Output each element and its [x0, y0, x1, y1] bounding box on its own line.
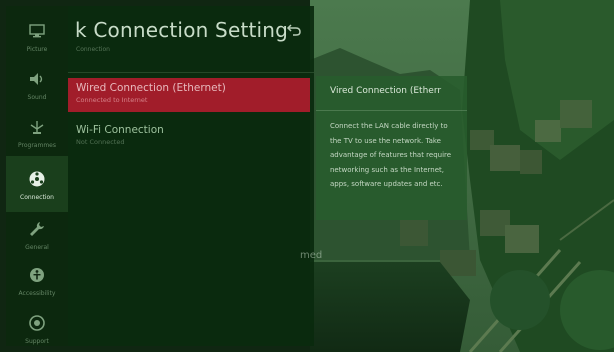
menu-item-title: Wired Connection (Ethernet) — [76, 82, 226, 94]
antenna-icon — [26, 116, 48, 138]
accessibility-icon — [26, 264, 48, 286]
divider — [68, 72, 314, 73]
help-tooltip: Vired Connection (Etherr Connect the LAN… — [316, 76, 467, 220]
rail-item-label: Accessibility — [18, 289, 56, 297]
connection-settings-panel: k Connection Setting Connection Wired Co… — [68, 6, 314, 346]
breadcrumb: Connection — [76, 46, 110, 53]
tooltip-body: Connect the LAN cable directly to the TV… — [330, 122, 452, 188]
menu-item-status: Not Connected — [76, 138, 125, 146]
rail-item-label: Connection — [20, 193, 54, 201]
rail-item-label: Sound — [27, 93, 47, 101]
settings-category-rail: Picture Sound Programmes Connection Gene… — [6, 6, 68, 346]
picture-icon — [26, 20, 48, 42]
tv-settings-screen: Picture Sound Programmes Connection Gene… — [0, 0, 614, 352]
rail-item-label: General — [25, 243, 49, 251]
rail-item-programmes[interactable]: Programmes — [6, 104, 68, 160]
menu-item-status: Connected to Internet — [76, 96, 148, 104]
rail-item-label: Programmes — [18, 141, 56, 149]
connection-icon — [26, 168, 48, 190]
rail-item-label: Picture — [26, 45, 48, 53]
wrench-icon — [26, 218, 48, 240]
menu-item-title: Wi-Fi Connection — [76, 124, 164, 136]
speaker-icon — [26, 68, 48, 90]
rail-item-support[interactable]: Support — [6, 300, 68, 352]
menu-item-wired-connection[interactable]: Wired Connection (Ethernet) Connected to… — [68, 78, 310, 112]
back-icon[interactable] — [286, 22, 302, 38]
rail-item-label: Support — [25, 337, 49, 345]
menu-item-wifi-connection[interactable]: Wi-Fi Connection Not Connected — [68, 120, 310, 154]
background-text-fragment: med — [300, 250, 323, 261]
page-title: k Connection Setting — [75, 18, 289, 42]
tooltip-title: Vired Connection (Etherr — [330, 86, 442, 96]
rail-item-connection[interactable]: Connection — [6, 156, 68, 212]
support-icon — [26, 312, 48, 334]
divider — [316, 110, 467, 111]
